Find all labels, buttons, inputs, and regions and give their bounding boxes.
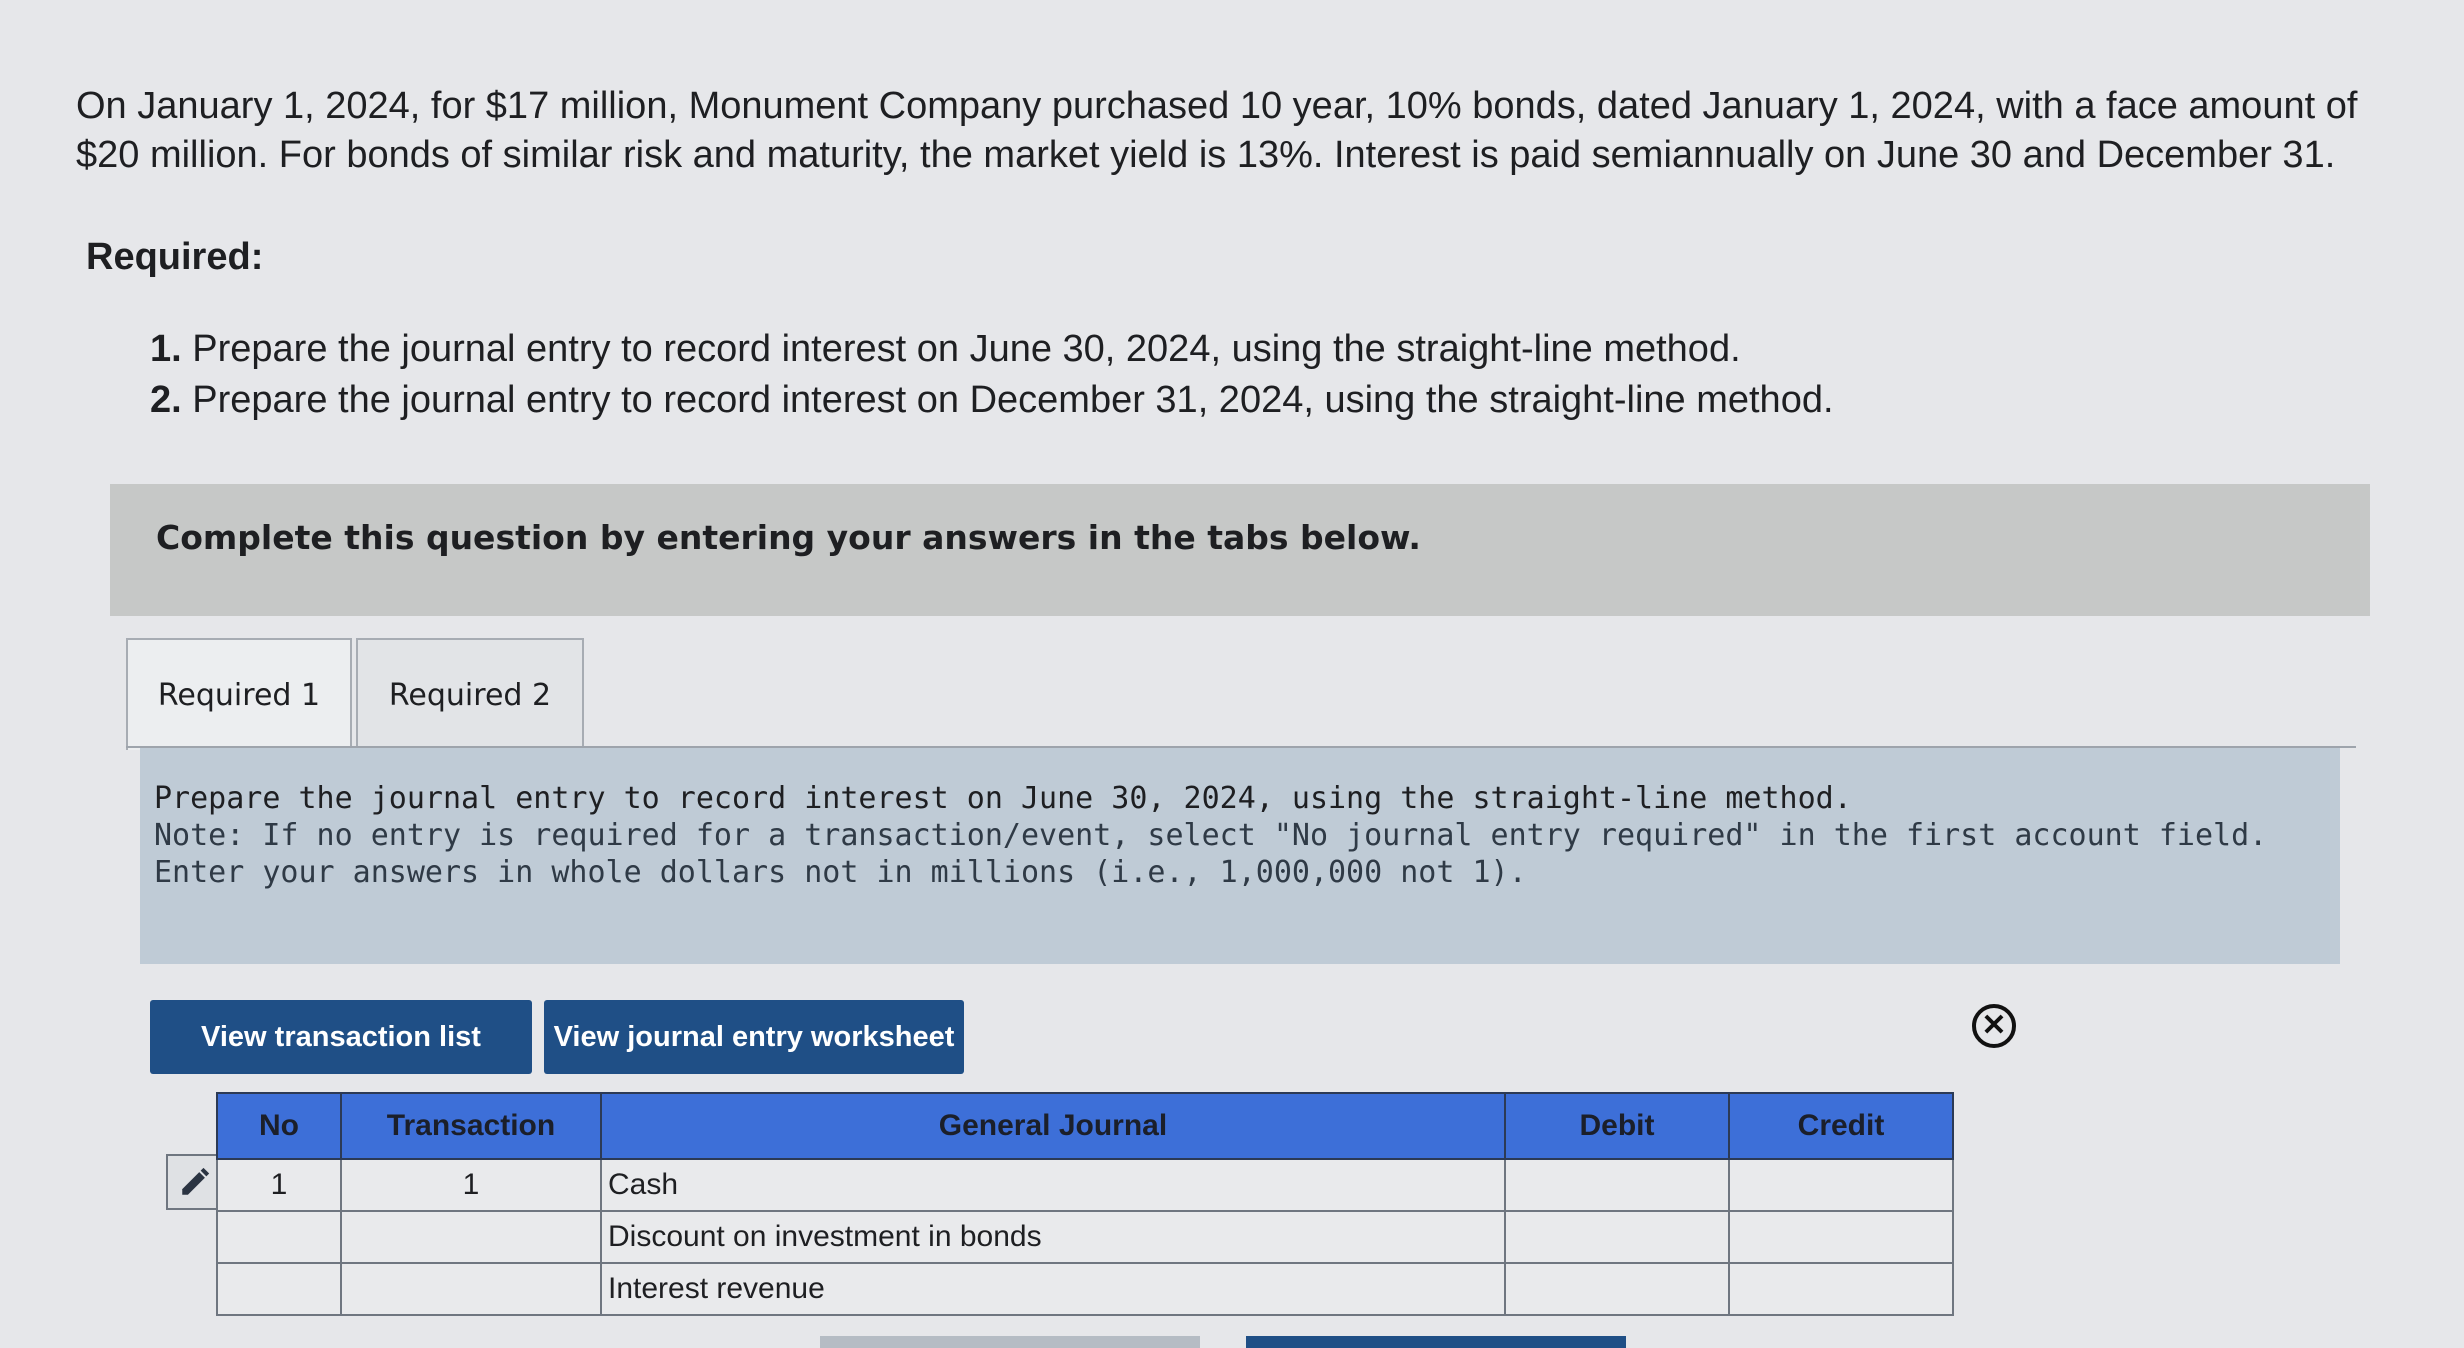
- view-transaction-list-button[interactable]: View transaction list: [150, 1000, 532, 1074]
- cell-no: 1: [216, 1158, 342, 1212]
- header-credit: Credit: [1728, 1092, 1954, 1160]
- requirement-item: 2. Prepare the journal entry to record i…: [150, 375, 1834, 426]
- tab-required-2[interactable]: Required 2: [356, 638, 584, 750]
- instruction-text: Prepare the journal entry to record inte…: [154, 781, 1852, 816]
- tab-required-1[interactable]: Required 1: [126, 638, 352, 750]
- cell-debit[interactable]: [1504, 1262, 1730, 1316]
- cell-no: [216, 1262, 342, 1316]
- cell-credit[interactable]: [1728, 1158, 1954, 1212]
- bottom-nav-button[interactable]: [1246, 1336, 1626, 1348]
- bottom-nav-button[interactable]: [820, 1336, 1200, 1348]
- cell-credit[interactable]: [1728, 1210, 1954, 1264]
- requirement-text: Prepare the journal entry to record inte…: [192, 379, 1834, 421]
- cell-transaction: 1: [340, 1158, 602, 1212]
- journal-header-row: No Transaction General Journal Debit Cre…: [216, 1092, 1954, 1160]
- problem-statement: On January 1, 2024, for $17 million, Mon…: [76, 85, 2358, 176]
- requirement-text: Prepare the journal entry to record inte…: [192, 328, 1741, 370]
- table-row[interactable]: Interest revenue: [216, 1262, 1954, 1316]
- header-general-journal: General Journal: [600, 1092, 1506, 1160]
- header-no: No: [216, 1092, 342, 1160]
- header-transaction: Transaction: [340, 1092, 602, 1160]
- cell-credit[interactable]: [1728, 1262, 1954, 1316]
- close-circle-icon[interactable]: ✕: [1972, 1004, 2016, 1048]
- tab-instructions-panel: Prepare the journal entry to record inte…: [140, 748, 2340, 964]
- pencil-icon: [182, 1167, 210, 1195]
- view-journal-entry-worksheet-button[interactable]: View journal entry worksheet: [544, 1000, 964, 1074]
- requirement-number: 1.: [150, 328, 182, 370]
- cell-transaction: [340, 1262, 602, 1316]
- cell-debit[interactable]: [1504, 1158, 1730, 1212]
- header-debit: Debit: [1504, 1092, 1730, 1160]
- instruction-note: Note: If no entry is required for a tran…: [154, 818, 2268, 890]
- cell-debit[interactable]: [1504, 1210, 1730, 1264]
- cell-account[interactable]: Discount on investment in bonds: [600, 1210, 1506, 1264]
- instructions-banner: Complete this question by entering your …: [110, 484, 2370, 616]
- requirements-list: 1. Prepare the journal entry to record i…: [150, 324, 1834, 426]
- requirement-number: 2.: [150, 379, 182, 421]
- cell-no: [216, 1210, 342, 1264]
- table-row[interactable]: 1 1 Cash: [216, 1158, 1954, 1212]
- cell-transaction: [340, 1210, 602, 1264]
- cell-account[interactable]: Cash: [600, 1158, 1506, 1212]
- cell-account[interactable]: Interest revenue: [600, 1262, 1506, 1316]
- required-heading: Required:: [86, 236, 264, 278]
- journal-table: No Transaction General Journal Debit Cre…: [216, 1092, 1954, 1316]
- table-row[interactable]: Discount on investment in bonds: [216, 1210, 1954, 1264]
- requirement-item: 1. Prepare the journal entry to record i…: [150, 324, 1834, 375]
